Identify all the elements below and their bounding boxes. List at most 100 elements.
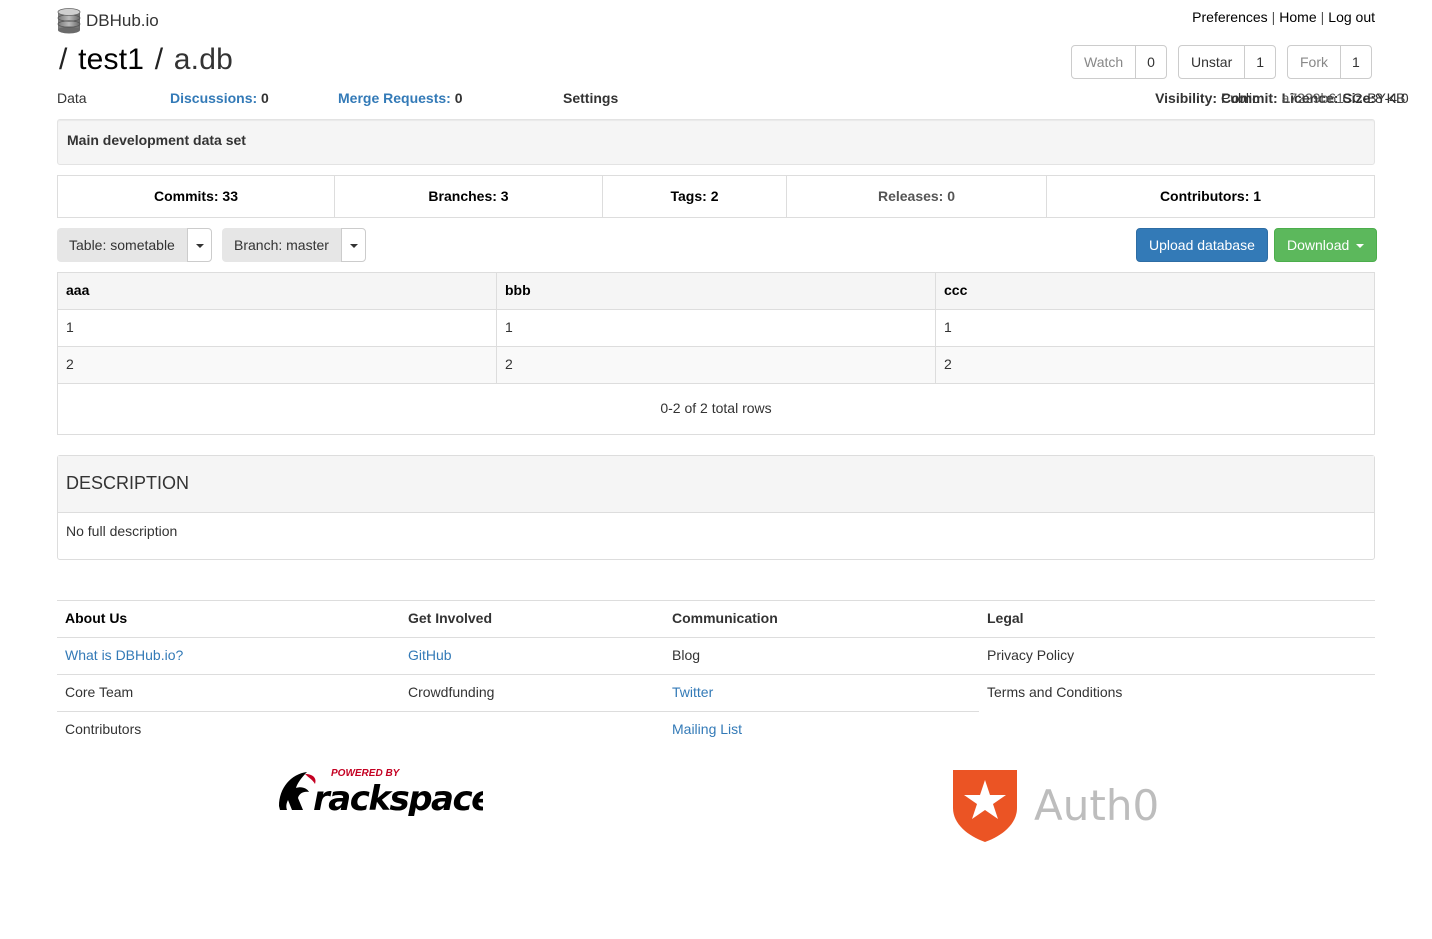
fork-count[interactable]: 1: [1341, 46, 1371, 78]
auth0-wordmark: Auth0: [1034, 781, 1157, 830]
title-slash: /: [59, 43, 68, 76]
nav-separator: |: [1320, 9, 1325, 25]
releases-stat[interactable]: Releases: 0: [787, 176, 1047, 217]
repo-stats: Commits: 33 Branches: 3 Tags: 2 Releases…: [57, 175, 1375, 218]
discussions-count: 0: [261, 90, 269, 106]
auth0-logo-icon: Auth0: [953, 770, 1159, 842]
page-title: / test1 / a.db: [57, 40, 233, 80]
watch-group: Watch 0: [1071, 45, 1167, 79]
caret-down-icon: [1356, 244, 1365, 249]
caret-down-icon: [349, 244, 358, 248]
tab-data[interactable]: Data: [57, 89, 87, 109]
fork-button[interactable]: Fork: [1288, 46, 1341, 78]
preferences-link[interactable]: Preferences: [1192, 9, 1267, 25]
rackspace-logo[interactable]: POWERED BY rackspace: [277, 766, 495, 819]
table-cell[interactable]: 1: [57, 309, 497, 347]
nav-separator: |: [1271, 9, 1276, 25]
table-cell[interactable]: 1: [496, 309, 936, 347]
tab-discussions[interactable]: Discussions: 0: [170, 89, 269, 109]
logout-link[interactable]: Log out: [1328, 9, 1375, 25]
star-count[interactable]: 1: [1245, 46, 1275, 78]
branch-selector[interactable]: Branch: master: [222, 228, 366, 262]
table-selector[interactable]: Table: sometable: [57, 228, 212, 262]
tab-settings[interactable]: Settings: [563, 89, 618, 109]
footer-heading-communication: Communication: [664, 600, 979, 638]
visibility-label: Visibility:: [1155, 90, 1218, 106]
database-icon: [57, 8, 81, 34]
table-dropdown-toggle[interactable]: [186, 228, 212, 262]
rackspace-tagline: POWERED BY: [331, 768, 401, 779]
contributors-stat[interactable]: Contributors: 1: [1047, 176, 1374, 217]
upload-database-button[interactable]: Upload database: [1136, 228, 1268, 262]
footer-link-contributors[interactable]: Contributors: [57, 711, 400, 749]
footer-link-terms[interactable]: Terms and Conditions: [979, 674, 1375, 712]
tags-stat[interactable]: Tags: 2: [603, 176, 787, 217]
top-nav: Preferences | Home | Log out: [1192, 8, 1375, 28]
star-group: Unstar 1: [1178, 45, 1277, 79]
footer-heading-involved: Get Involved: [400, 600, 664, 638]
fork-group: Fork 1: [1287, 45, 1372, 79]
settings-label: Settings: [563, 90, 619, 106]
footer-header-row: About Us Get Involved Communication Lega…: [57, 600, 1375, 638]
footer-empty-cell: [400, 711, 664, 749]
merge-requests-label: Merge Requests:: [338, 90, 451, 106]
owner-link[interactable]: test1: [78, 43, 144, 76]
footer-heading-legal: Legal: [979, 600, 1375, 638]
rackspace-logo-icon: POWERED BY rackspace: [279, 768, 495, 819]
footer-link-what-is-dbhub[interactable]: What is DBHub.io?: [57, 637, 400, 675]
table-footer-row: 0-2 of 2 total rows: [57, 383, 1375, 435]
row-count-summary: 0-2 of 2 total rows: [57, 383, 1375, 435]
table-cell[interactable]: 2: [496, 346, 936, 384]
download-label: Download: [1287, 237, 1350, 253]
one-line-description: Main development data set: [57, 119, 1375, 165]
data-table: aaa bbb ccc 1 1 1 2 2 2 0-2 of 2 total r…: [57, 272, 1375, 435]
commit-value[interactable]: a7229b61: [1282, 89, 1344, 109]
discussions-label: Discussions:: [170, 90, 258, 106]
table-cell[interactable]: 1: [935, 309, 1375, 347]
brand-home-link[interactable]: DBHub.io: [57, 8, 159, 34]
description-body: No full description: [66, 523, 178, 539]
repo-tabs: Data Discussions: 0 Merge Requests: 0 Se…: [57, 89, 1409, 109]
table-selector-label[interactable]: Table: sometable: [57, 228, 187, 262]
merge-requests-count: 0: [454, 90, 463, 106]
table-row: 2 2 2: [57, 346, 1375, 384]
table-cell[interactable]: 2: [935, 346, 1375, 384]
footer-row: Contributors Mailing List: [57, 711, 1375, 749]
tab-merge-requests[interactable]: Merge Requests: 0: [338, 89, 463, 109]
database-name-link[interactable]: a.db: [174, 43, 233, 76]
footer-row: Core Team Crowdfunding Twitter Terms and…: [57, 674, 1375, 712]
footer-link-crowdfunding[interactable]: Crowdfunding: [400, 674, 664, 712]
table-cell[interactable]: 2: [57, 346, 497, 384]
commits-stat[interactable]: Commits: 33: [58, 176, 335, 217]
branch-selector-label[interactable]: Branch: master: [222, 228, 341, 262]
db-metadata: Visibility: Public Commit: a7229b61 Lice…: [1155, 89, 1409, 109]
description-panel: DESCRIPTION No full description: [57, 455, 1375, 560]
rackspace-wordmark: rackspace: [313, 779, 483, 816]
home-link[interactable]: Home: [1279, 9, 1316, 25]
download-button[interactable]: Download: [1274, 228, 1378, 262]
title-slash: /: [154, 43, 164, 76]
watch-button[interactable]: Watch: [1072, 46, 1137, 78]
column-header[interactable]: aaa: [57, 272, 497, 310]
footer-heading-about: About Us: [57, 600, 400, 638]
footer-row: What is DBHub.io? GitHub Blog Privacy Po…: [57, 637, 1375, 675]
watch-count[interactable]: 0: [1136, 46, 1166, 78]
footer-link-github[interactable]: GitHub: [400, 637, 664, 675]
column-header[interactable]: bbb: [496, 272, 936, 310]
unstar-button[interactable]: Unstar: [1179, 46, 1246, 78]
footer-link-privacy[interactable]: Privacy Policy: [979, 637, 1375, 675]
auth0-logo[interactable]: Auth0: [952, 768, 1159, 842]
footer-link-twitter[interactable]: Twitter: [664, 674, 979, 712]
branches-stat[interactable]: Branches: 3: [335, 176, 603, 217]
column-header[interactable]: ccc: [935, 272, 1375, 310]
caret-down-icon: [195, 244, 204, 248]
site-footer: About Us Get Involved Communication Lega…: [57, 600, 1375, 749]
size-value: 8 KB: [1375, 90, 1406, 106]
footer-link-blog[interactable]: Blog: [664, 637, 979, 675]
table-header-row: aaa bbb ccc: [57, 272, 1375, 310]
footer-empty-cell: [979, 712, 1375, 749]
footer-link-mailing-list[interactable]: Mailing List: [664, 711, 979, 749]
table-row: 1 1 1: [57, 309, 1375, 347]
branch-dropdown-toggle[interactable]: [340, 228, 366, 262]
footer-link-core-team[interactable]: Core Team: [57, 674, 400, 712]
